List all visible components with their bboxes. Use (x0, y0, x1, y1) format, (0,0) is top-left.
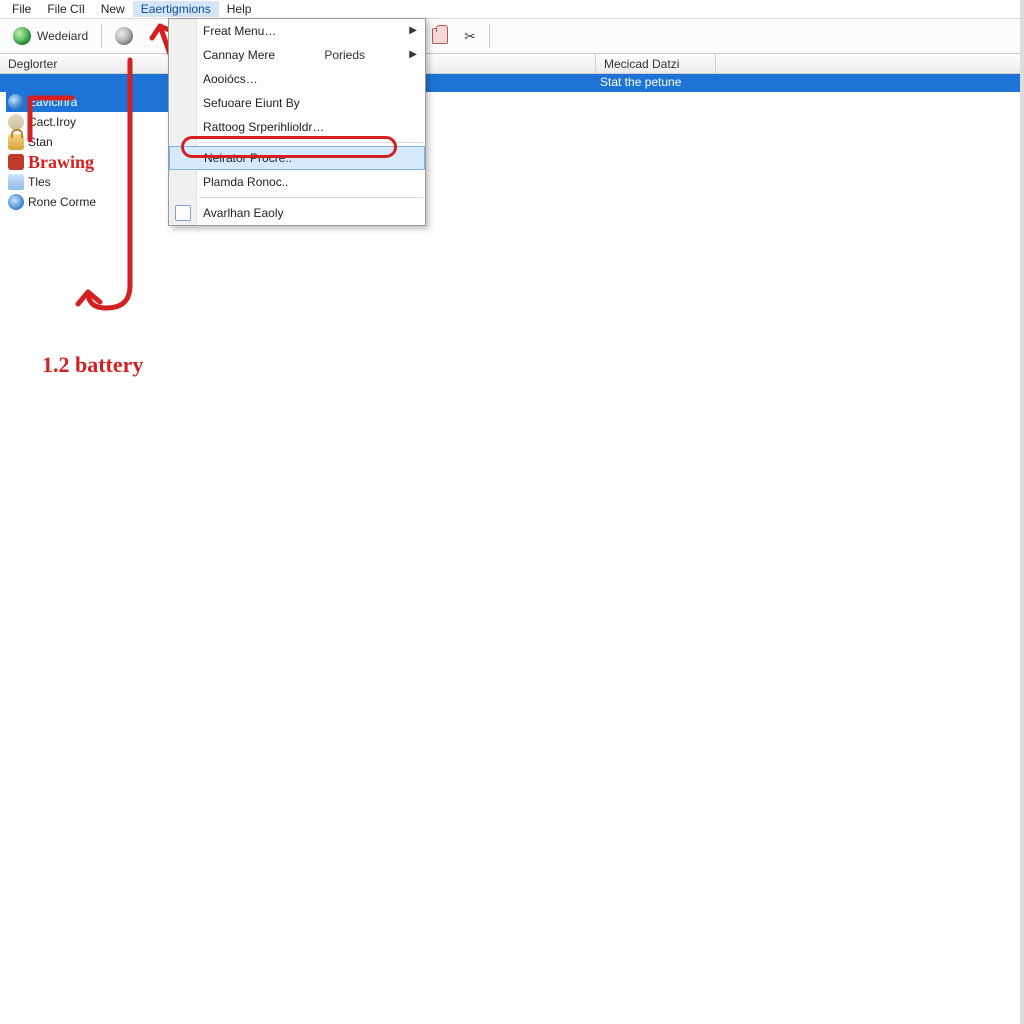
disc-icon (8, 194, 24, 210)
chevron-right-icon: ▶ (409, 25, 417, 36)
menuitem-freat-menu[interactable]: Freat Menu… ▶ (169, 19, 425, 43)
tree-panel: Eavlcinra Cact.Iroy Stan Brawing Tles Ro… (6, 92, 176, 212)
menuitem-label: Neirator Procre.. (204, 151, 292, 165)
menu-file[interactable]: File (4, 1, 39, 17)
tree-item-ronecorme[interactable]: Rone Corme (6, 192, 176, 212)
tree-item-label: Cact.Iroy (28, 115, 76, 129)
group-icon (8, 114, 24, 130)
tree-item-cactiroy[interactable]: Cact.Iroy (6, 112, 176, 132)
toolbar-wedeiard-button[interactable]: Wedeiard (6, 22, 95, 50)
row-col2-value: Stat the petune (600, 75, 681, 89)
dropdown-menu: Freat Menu… ▶ Cannay Mere Porieds ▶ Aooi… (168, 18, 426, 226)
menu-bar: File File Cīl New Eaertigmions Help (0, 0, 1024, 18)
menuitem-label: Plamda Ronoc.. (203, 175, 288, 189)
menu-file-ctl[interactable]: File Cīl (39, 1, 92, 17)
calendar-icon (175, 205, 191, 221)
menuitem-label: Rattoog Srperihlioldr… (203, 120, 324, 134)
toolbar-sphere-button[interactable] (108, 22, 140, 50)
clipboard-icon (432, 28, 448, 44)
menu-help[interactable]: Help (219, 1, 260, 17)
menuitem-aooiocs[interactable]: Aooiócs… (169, 67, 425, 91)
col-mecicad-datzi[interactable]: Mecicad Datzi (596, 54, 716, 73)
toolbar-separator (489, 24, 490, 48)
menuitem-label: Cannay Mere (203, 48, 275, 62)
menuitem-plamda-ronoc[interactable]: Plamda Ronoc.. (169, 170, 425, 194)
menuitem-cannay-mere[interactable]: Cannay Mere Porieds ▶ (169, 43, 425, 67)
chevron-right-icon: ▶ (409, 49, 417, 60)
annotation-label-battery: 1.2 battery (42, 352, 143, 378)
right-scrollbar[interactable] (1020, 0, 1024, 1024)
toolbar: Wedeiard ✂ (0, 18, 1024, 54)
folder-icon (8, 174, 24, 190)
menu-new[interactable]: New (93, 1, 133, 17)
table-header: Deglorter Mecicad Datzi (0, 54, 1024, 74)
sphere-icon (115, 27, 133, 45)
menuitem-neirator-procre[interactable]: Neirator Procre.. (169, 146, 425, 170)
menuitem-sefuoare[interactable]: Sefuoare Eiunt By (169, 91, 425, 115)
car-icon (8, 154, 24, 170)
tree-item-label: Rone Corme (28, 195, 96, 209)
tree-item-eavlcinra[interactable]: Eavlcinra (6, 92, 176, 112)
menuitem-label: Sefuoare Eiunt By (203, 96, 300, 110)
toolbar-wedeiard-label: Wedeiard (37, 29, 88, 43)
col-deglorter[interactable]: Deglorter (0, 54, 178, 73)
tree-item-brawing[interactable]: Brawing (6, 152, 176, 172)
menuitem-label: Freat Menu… (203, 24, 276, 38)
tree-item-label: Stan (28, 135, 53, 149)
tree-item-label: Tles (28, 175, 51, 189)
toolbar-cut-button[interactable]: ✂ (457, 23, 483, 50)
toolbar-clipboard-button[interactable] (425, 23, 455, 49)
globe-icon (13, 27, 31, 45)
tree-item-label: Eavlcinra (28, 95, 77, 109)
world-icon (8, 94, 24, 110)
table-row-selected[interactable]: Stat the petune (0, 74, 1024, 92)
scissors-icon: ✂ (464, 28, 476, 45)
menuitem-sub-label: Porieds (324, 48, 365, 62)
menuitem-rattoog[interactable]: Rattoog Srperihlioldr… (169, 115, 425, 139)
menu-separator (199, 142, 423, 143)
tree-item-tles[interactable]: Tles (6, 172, 176, 192)
lock-icon (8, 134, 24, 150)
menu-eaertigmions[interactable]: Eaertigmions (133, 1, 219, 17)
menu-separator (199, 197, 423, 198)
toolbar-separator (101, 24, 102, 48)
tree-item-label-anno: Brawing (28, 152, 94, 173)
menuitem-label: Avarlhan Eaoly (203, 206, 284, 220)
menuitem-avarlhan-eaoly[interactable]: Avarlhan Eaoly (169, 201, 425, 225)
tree-item-stan[interactable]: Stan (6, 132, 176, 152)
menuitem-label: Aooiócs… (203, 72, 258, 86)
col-fill (716, 54, 1024, 73)
